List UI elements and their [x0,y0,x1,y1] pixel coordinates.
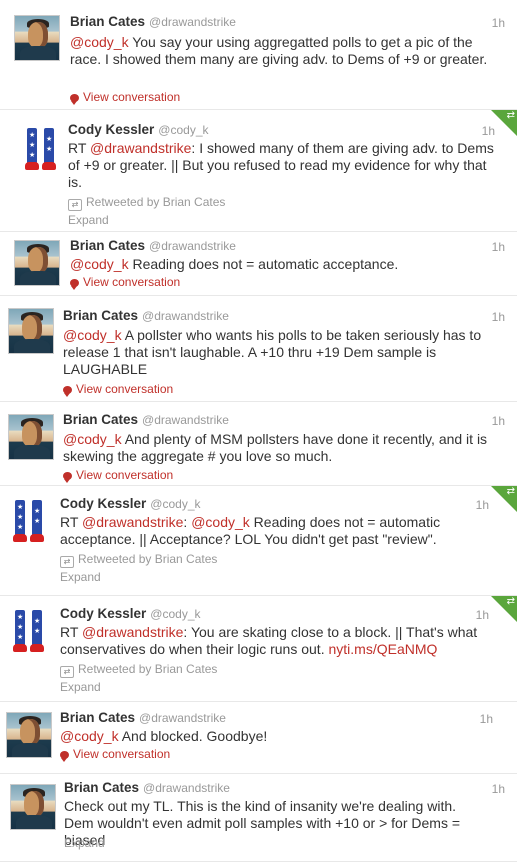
avatar-cody-kessler[interactable]: ★ ★ ★ ★ ★ [6,496,52,542]
view-conversation-link[interactable]: View conversation [60,747,170,762]
tweet-text: Check out my TL. This is the kind of ins… [64,798,461,848]
author-handle[interactable]: @drawandstrike [142,309,229,323]
tweet-text: @cody_k And plenty of MSM pollsters have… [63,431,488,464]
author-name[interactable]: Cody Kessler [60,496,146,511]
retweet-icon: ⇄ [506,596,515,607]
mention-link[interactable]: @drawandstrike [90,140,191,156]
tweet-item[interactable]: Brian Cates @drawandstrike 1h @cody_k And… [0,402,517,486]
tweet-time[interactable]: 1h [476,498,489,512]
mention-link[interactable]: @cody_k [70,256,129,272]
tweet-item[interactable]: Brian Cates @drawandstrike 1h @cody_k You… [0,0,517,110]
expand-link[interactable]: Expand [60,680,101,694]
speech-bubble-icon [63,472,72,483]
retweeted-by[interactable]: ⇄ Retweeted by Brian Cates [60,662,217,678]
short-url-link[interactable]: nyti.ms/QEaNMQ [328,641,437,657]
retweet-icon: ⇄ [60,556,74,568]
retweeted-by[interactable]: ⇄ Retweeted by Brian Cates [68,195,225,211]
mention-link[interactable]: @drawandstrike [82,514,183,530]
tweet-text: @cody_k A pollster who wants his polls t… [63,327,482,377]
view-conversation-link[interactable]: View conversation [70,90,180,105]
expand-link[interactable]: Expand [68,213,109,227]
avatar-brian-cates[interactable] [6,712,52,758]
author-handle[interactable]: @drawandstrike [139,711,226,725]
tweet-time[interactable]: 1h [492,310,505,324]
speech-bubble-icon [70,94,79,105]
tweet-text: RT @drawandstrike: @cody_k Reading does … [60,514,441,547]
author-handle[interactable]: @drawandstrike [142,413,229,427]
author-name[interactable]: Cody Kessler [68,122,154,137]
tweet-item[interactable]: Brian Cates @drawandstrike 1h @cody_k A p… [0,296,517,402]
retweet-icon: ⇄ [506,486,515,497]
tweet-text: RT @drawandstrike: You are skating close… [60,624,478,657]
expand-link[interactable]: Expand [60,570,101,584]
avatar-brian-cates[interactable] [8,414,54,460]
view-conversation-link[interactable]: View conversation [63,382,173,397]
avatar-brian-cates[interactable] [14,240,60,286]
avatar-cody-kessler[interactable]: ★ ★ ★ ★ ★ [18,124,64,170]
avatar-brian-cates[interactable] [14,15,60,61]
tweet-time[interactable]: 1h [492,240,505,254]
author-handle[interactable]: @cody_k [158,123,208,137]
mention-link[interactable]: @cody_k [63,327,122,343]
tweet-item[interactable]: Brian Cates @drawandstrike 1h @cody_k Rea… [0,232,517,296]
tweet-time[interactable]: 1h [476,608,489,622]
avatar-brian-cates[interactable] [10,784,56,830]
retweet-icon: ⇄ [506,110,515,121]
view-conversation-link[interactable]: View conversation [70,275,180,290]
tweet-time[interactable]: 1h [482,124,495,138]
tweet-time[interactable]: 1h [492,414,505,428]
tweet-text: RT @drawandstrike: I showed many of them… [68,140,494,190]
retweeted-by[interactable]: ⇄ Retweeted by Brian Cates [60,552,217,568]
tweet-timeline: Brian Cates @drawandstrike 1h @cody_k You… [0,0,522,865]
mention-link[interactable]: @cody_k [70,34,129,50]
tweet-item[interactable]: ⇄ ★ ★ ★ ★ ★ Cody Kessler @cody_k 1h RT @draw… [0,486,517,596]
author-name[interactable]: Brian Cates [70,14,145,29]
mention-link[interactable]: @cody_k [63,431,122,447]
author-handle[interactable]: @drawandstrike [149,239,236,253]
speech-bubble-icon [60,751,69,762]
tweet-item[interactable]: ⇄ ★ ★ ★ ★ ★ Cody Kessler @cody_k 1h RT @draw… [0,110,517,232]
tweet-text: @cody_k And blocked. Goodbye! [60,728,268,744]
tweet-item[interactable]: ⇄ ★ ★ ★ ★ ★ Cody Kessler @cody_k 1h RT @draw… [0,596,517,702]
speech-bubble-icon [70,279,79,290]
tweet-time[interactable]: 1h [492,782,505,796]
expand-link[interactable]: Expand [64,836,105,850]
avatar-cody-kessler[interactable]: ★ ★ ★ ★ ★ [6,606,52,652]
tweet-item[interactable]: Brian Cates @drawandstrike 1h Check out m… [0,774,517,862]
author-name[interactable]: Brian Cates [63,308,138,323]
speech-bubble-icon [63,386,72,397]
author-name[interactable]: Brian Cates [63,412,138,427]
retweet-icon: ⇄ [60,666,74,678]
avatar-brian-cates[interactable] [8,308,54,354]
author-handle[interactable]: @drawandstrike [143,781,230,795]
tweet-time[interactable]: 1h [480,712,493,726]
author-handle[interactable]: @drawandstrike [149,15,236,29]
tweet-item[interactable]: Brian Cates @drawandstrike 1h @cody_k And… [0,702,517,774]
mention-link[interactable]: @drawandstrike [82,624,183,640]
mention-link[interactable]: @cody_k [60,728,119,744]
author-name[interactable]: Brian Cates [70,238,145,253]
author-name[interactable]: Cody Kessler [60,606,146,621]
author-handle[interactable]: @cody_k [150,607,200,621]
mention-link[interactable]: @cody_k [191,514,250,530]
retweet-icon: ⇄ [68,199,82,211]
author-name[interactable]: Brian Cates [60,710,135,725]
author-handle[interactable]: @cody_k [150,497,200,511]
view-conversation-link[interactable]: View conversation [63,468,173,483]
author-name[interactable]: Brian Cates [64,780,139,795]
tweet-time[interactable]: 1h [492,16,505,30]
tweet-text: @cody_k Reading does not = automatic acc… [70,256,399,272]
tweet-text: @cody_k You say your using aggregatted p… [70,34,488,67]
